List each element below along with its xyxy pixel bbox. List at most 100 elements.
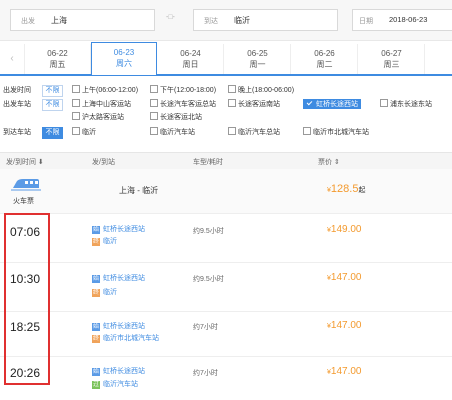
train-price-value: 128.5 <box>330 183 359 195</box>
date-tab-active[interactable]: 06-23 周六 <box>91 42 157 75</box>
date-tab-weekday: 周三 <box>383 60 400 69</box>
from-station[interactable]: 始虹桥长途西站 <box>92 224 145 234</box>
date-tab[interactable]: 06-22 周五 <box>25 44 91 74</box>
header-price-sort[interactable]: 票价 ⇕ <box>318 157 340 167</box>
date-tab-date: 06-26 <box>314 49 335 58</box>
date-tab-date: 06-24 <box>180 49 201 58</box>
filter-title: 出发时间 <box>3 87 31 94</box>
search-bar: 出发 上海 -□- 到达 临沂 日期 2018-06-23 <box>0 0 452 41</box>
header-station: 发/到站 <box>92 159 115 166</box>
table-row[interactable]: 20:26 始虹桥长途西站 过临沂汽车站 约7小时 ¥147.00 <box>0 357 452 400</box>
filter-arrive-station: 到达车站 不限 临沂 临沂汽车站 临沂汽车总站 临沂市北城汽车站 <box>0 127 452 139</box>
date-tab[interactable]: 06-25 周一 <box>225 44 291 74</box>
checkbox-icon <box>72 127 80 135</box>
filter-option[interactable]: 上午(06:00-12:00) <box>72 85 138 95</box>
to-field[interactable]: 到达 临沂 <box>193 9 338 31</box>
price: ¥147.00 <box>327 366 362 377</box>
from-station[interactable]: 始虹桥长途西站 <box>92 321 145 331</box>
swap-icon[interactable]: -□- <box>166 14 175 21</box>
train-ticket-row[interactable]: 火车票 上海 - 临沂 ¥128.5起 <box>0 169 452 214</box>
filter-option[interactable]: 下午(12:00-18:00) <box>150 85 216 95</box>
filter-depart-station: 出发车站 不限 上海中山客运站 长途汽车客运总站 长途客运南站 虹桥长途西站 浦… <box>0 99 452 111</box>
from-field[interactable]: 出发 上海 <box>10 9 155 31</box>
date-tab[interactable]: 06-24 周日 <box>158 44 224 74</box>
filter-option-label: 沪太路客运站 <box>82 114 124 121</box>
pass-tag-icon: 过 <box>92 381 100 389</box>
to-station[interactable]: 终临沂 <box>92 236 117 246</box>
checkbox-icon <box>380 99 388 107</box>
checkbox-icon <box>150 85 158 93</box>
date-tab-date: 06-27 <box>381 49 402 58</box>
filter-option[interactable]: 晚上(18:00-06:00) <box>228 85 294 95</box>
date-tab-weekday: 周六 <box>116 59 132 68</box>
checkbox-icon <box>72 112 80 120</box>
price: ¥147.00 <box>327 272 362 283</box>
filter-option[interactable]: 长途汽车客运总站 <box>150 99 216 109</box>
date-tab-date: 06-23 <box>113 48 135 57</box>
checkbox-icon <box>150 99 158 107</box>
filter-option-label: 下午(12:00-18:00) <box>160 87 217 94</box>
filter-option[interactable]: 临沂汽车站 <box>150 127 195 137</box>
filter-option[interactable]: 临沂市北城汽车站 <box>303 127 369 137</box>
filter-depart-time: 出发时间 不限 上午(06:00-12:00) 下午(12:00-18:00) … <box>0 85 452 97</box>
filter-option[interactable]: 长途客运北站 <box>150 112 202 122</box>
date-tab-weekday: 周五 <box>49 60 66 69</box>
date-tab-weekday: 周一 <box>249 60 266 69</box>
duration: 约9.5小时 <box>193 228 224 235</box>
filter-option[interactable]: 沪太路客运站 <box>72 112 124 122</box>
filter-option[interactable]: 上海中山客运站 <box>72 99 131 109</box>
price-value: 149.00 <box>330 224 362 235</box>
price: ¥147.00 <box>327 320 362 331</box>
from-station-label: 虹桥长途西站 <box>103 275 145 282</box>
to-station-label: 临沂 <box>103 238 117 245</box>
checkbox-icon <box>228 85 236 93</box>
depart-tag-icon: 始 <box>92 226 100 234</box>
duration: 约9.5小时 <box>193 276 224 283</box>
filter-option-label: 浦东长途东站 <box>390 101 432 108</box>
to-station[interactable]: 终临沂 <box>92 287 117 297</box>
price-value: 147.00 <box>330 366 362 377</box>
filter-option[interactable]: 浦东长途东站 <box>380 99 432 109</box>
table-row[interactable]: 10:30 始虹桥长途西站 终临沂 约9.5小时 ¥147.00 <box>0 263 452 312</box>
table-header: 发/到时间 ⬇ 发/到站 车型/耗时 票价 ⇕ <box>0 152 452 170</box>
from-value: 上海 <box>51 16 67 25</box>
filter-option[interactable]: 长途客运南站 <box>228 99 280 109</box>
date-tab-bar: ‹ 06-22 周五 06-23 周六 06-24 周日 06-25 周一 06-26 周… <box>0 42 452 76</box>
filter-option-label: 长途客运北站 <box>160 114 202 121</box>
date-field[interactable]: 日期 2018-06-23 <box>352 9 452 31</box>
price-value: 147.00 <box>330 272 362 283</box>
to-station[interactable]: 终临沂市北城汽车站 <box>92 333 159 343</box>
depart-tag-icon: 始 <box>92 275 100 283</box>
checkbox-icon <box>228 99 236 107</box>
filter-option-label: 临沂 <box>82 129 96 136</box>
table-row[interactable]: 07:06 始虹桥长途西站 终临沂 约9.5小时 ¥149.00 <box>0 214 452 263</box>
to-label: 到达 <box>204 18 218 25</box>
header-time-sort[interactable]: 发/到时间 ⬇ <box>6 157 44 167</box>
filter-option-label: 临沂市北城汽车站 <box>313 129 369 136</box>
checkbox-icon <box>72 85 80 93</box>
train-price: ¥128.5起 <box>327 183 365 195</box>
prev-date-arrow-icon[interactable]: ‹ <box>0 44 25 74</box>
date-tab-date: 06-22 <box>47 49 68 58</box>
filter-option[interactable]: 临沂汽车总站 <box>228 127 280 137</box>
to-station[interactable]: 过临沂汽车站 <box>92 379 138 389</box>
from-station[interactable]: 始虹桥长途西站 <box>92 273 145 283</box>
filter-option-selected[interactable]: 虹桥长途西站 <box>303 99 361 109</box>
table-row[interactable]: 18:25 始虹桥长途西站 终临沂市北城汽车站 约7小时 ¥147.00 <box>0 312 452 357</box>
filter-option[interactable]: 临沂 <box>72 127 96 137</box>
filter-option-label: 上午(06:00-12:00) <box>82 87 139 94</box>
from-station-label: 虹桥长途西站 <box>103 323 145 330</box>
filter-option-label: 临沂汽车站 <box>160 129 195 136</box>
from-station[interactable]: 始虹桥长途西站 <box>92 366 145 376</box>
checkbox-icon <box>228 127 236 135</box>
filter-option-label: 长途汽车客运总站 <box>160 101 216 108</box>
filter-title: 出发车站 <box>3 101 31 108</box>
checkbox-checked-icon <box>306 99 314 107</box>
filter-unlimited-button[interactable]: 不限 <box>42 99 63 111</box>
date-tab[interactable]: 06-27 周三 <box>359 44 425 74</box>
filter-unlimited-button-active[interactable]: 不限 <box>42 127 63 139</box>
depart-tag-icon: 始 <box>92 323 100 331</box>
filter-option-label: 长途客运南站 <box>238 101 280 108</box>
date-tab[interactable]: 06-26 周二 <box>292 44 358 74</box>
filter-unlimited-button[interactable]: 不限 <box>42 85 63 97</box>
